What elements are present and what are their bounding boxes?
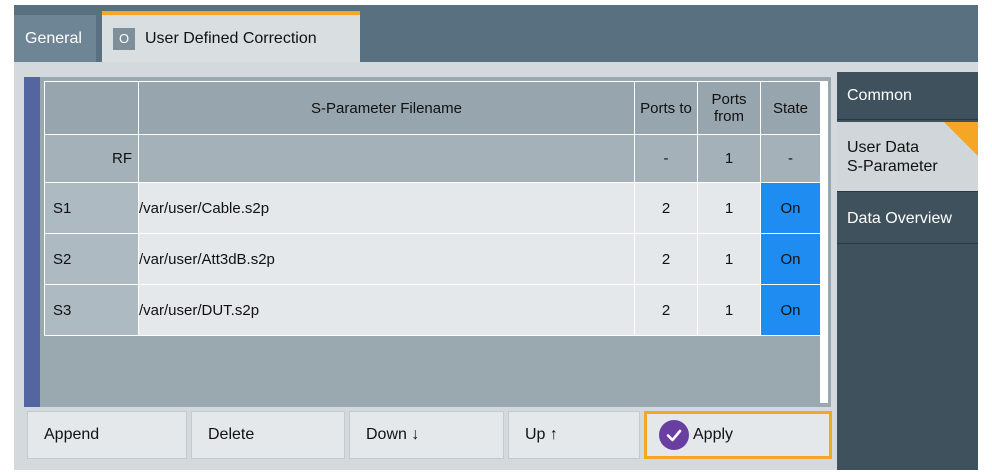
header-ports-from: Ports from [697, 81, 761, 135]
table-row[interactable]: S2 /var/user/Att3dB.s2p 2 1 On [44, 233, 821, 285]
append-button-label: Append [44, 426, 100, 443]
tab-bar: General O User Defined Correction [14, 5, 978, 62]
down-button-label: Down ↓ [366, 426, 420, 443]
rf-label: RF [44, 134, 139, 183]
table-header-row: S-Parameter Filename Ports to Ports from… [44, 81, 821, 135]
s-parameter-table: S-Parameter Filename Ports to Ports from… [40, 77, 831, 407]
ports-from-cell[interactable]: 1 [697, 233, 761, 285]
state-toggle[interactable]: On [760, 182, 821, 234]
tab-state-badge: O [113, 27, 135, 50]
append-button[interactable]: Append [27, 411, 187, 459]
side-navigation: Common User Data S-Parameter Data Overvi… [837, 72, 978, 470]
tab-user-defined-correction-label: User Defined Correction [145, 29, 317, 47]
up-button-label: Up ↑ [525, 426, 558, 443]
apply-button[interactable]: Apply [644, 411, 832, 459]
filename-cell[interactable]: /var/user/Att3dB.s2p [138, 233, 635, 285]
ports-to-cell[interactable]: 2 [634, 182, 698, 234]
header-filename: S-Parameter Filename [138, 81, 635, 135]
tab-user-defined-correction[interactable]: O User Defined Correction [102, 11, 360, 62]
nav-item-user-data-line1: User Data [847, 138, 920, 156]
delete-button-label: Delete [208, 426, 255, 443]
ports-from-cell[interactable]: 1 [697, 182, 761, 234]
state-toggle[interactable]: On [760, 233, 821, 285]
nav-item-user-data-label: User Data S-Parameter [847, 138, 938, 176]
table-row[interactable]: S1 /var/user/Cable.s2p 2 1 On [44, 182, 821, 234]
nav-item-data-overview-label: Data Overview [847, 209, 952, 227]
table-row[interactable]: S3 /var/user/DUT.s2p 2 1 On [44, 284, 821, 336]
nav-item-common-label: Common [847, 86, 912, 104]
header-corner [44, 81, 139, 135]
nav-item-user-data-line2: S-Parameter [847, 157, 938, 175]
nav-item-common[interactable]: Common [837, 72, 978, 120]
s-parameter-grid: S-Parameter Filename Ports to Ports from… [44, 81, 821, 336]
header-ports-to: Ports to [634, 81, 698, 135]
table-scrollbar[interactable] [820, 81, 828, 403]
header-state: State [760, 81, 821, 135]
rf-ports-to: - [634, 134, 698, 183]
down-button[interactable]: Down ↓ [349, 411, 504, 459]
filename-cell[interactable]: /var/user/DUT.s2p [138, 284, 635, 336]
rf-filename [138, 134, 635, 183]
nav-item-data-overview[interactable]: Data Overview [837, 194, 978, 244]
checkmark-circle-icon [659, 420, 689, 450]
content-panel: S-Parameter Filename Ports to Ports from… [14, 62, 978, 470]
rf-ports-from: 1 [697, 134, 761, 183]
state-toggle[interactable]: On [760, 284, 821, 336]
tab-general[interactable]: General [14, 15, 96, 62]
ports-from-cell[interactable]: 1 [697, 284, 761, 336]
table-row-rf: RF - 1 - [44, 134, 821, 183]
filename-cell[interactable]: /var/user/Cable.s2p [138, 182, 635, 234]
delete-button[interactable]: Delete [191, 411, 345, 459]
ports-to-cell[interactable]: 2 [634, 233, 698, 285]
tab-general-label: General [25, 29, 82, 47]
up-button[interactable]: Up ↑ [508, 411, 640, 459]
apply-button-label: Apply [693, 426, 734, 443]
row-id: S1 [44, 182, 139, 234]
table-focus-indicator [24, 77, 40, 407]
rf-state: - [760, 134, 821, 183]
nav-item-user-data-s-parameter[interactable]: User Data S-Parameter [837, 122, 978, 192]
ports-to-cell[interactable]: 2 [634, 284, 698, 336]
row-id: S3 [44, 284, 139, 336]
dialog-window: General O User Defined Correction S-Para… [0, 0, 992, 472]
row-id: S2 [44, 233, 139, 285]
